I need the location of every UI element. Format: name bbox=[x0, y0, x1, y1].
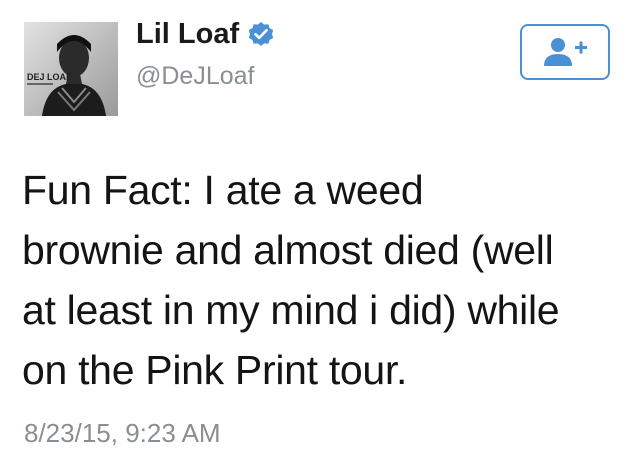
handle[interactable]: @DeJLoaf bbox=[136, 62, 255, 91]
tweet-text-line: on the Pink Print tour. bbox=[22, 347, 408, 393]
display-name[interactable]: Lil Loaf bbox=[136, 18, 275, 51]
avatar-image: DEJ LOAF bbox=[24, 22, 118, 116]
tweet-text-line: Fun Fact: I ate a weed bbox=[22, 167, 424, 213]
tweet-text: Fun Fact: I ate a weed brownie and almos… bbox=[22, 160, 622, 400]
display-name-text[interactable]: Lil Loaf bbox=[136, 18, 239, 51]
add-user-icon bbox=[544, 38, 587, 66]
timestamp[interactable]: 8/23/15, 9:23 AM bbox=[24, 418, 221, 449]
tweet-text-line: at least in my mind i did) while bbox=[22, 287, 560, 333]
tweet-card: DEJ LOAF Lil Loaf @DeJLoaf Fun Fact: I a… bbox=[0, 0, 638, 475]
tweet-text-line: brownie and almost died (well bbox=[22, 227, 554, 273]
avatar-caption: DEJ LOAF bbox=[27, 72, 72, 82]
avatar[interactable]: DEJ LOAF bbox=[24, 22, 118, 116]
follow-button[interactable] bbox=[520, 24, 610, 80]
verified-badge-icon bbox=[247, 21, 275, 49]
